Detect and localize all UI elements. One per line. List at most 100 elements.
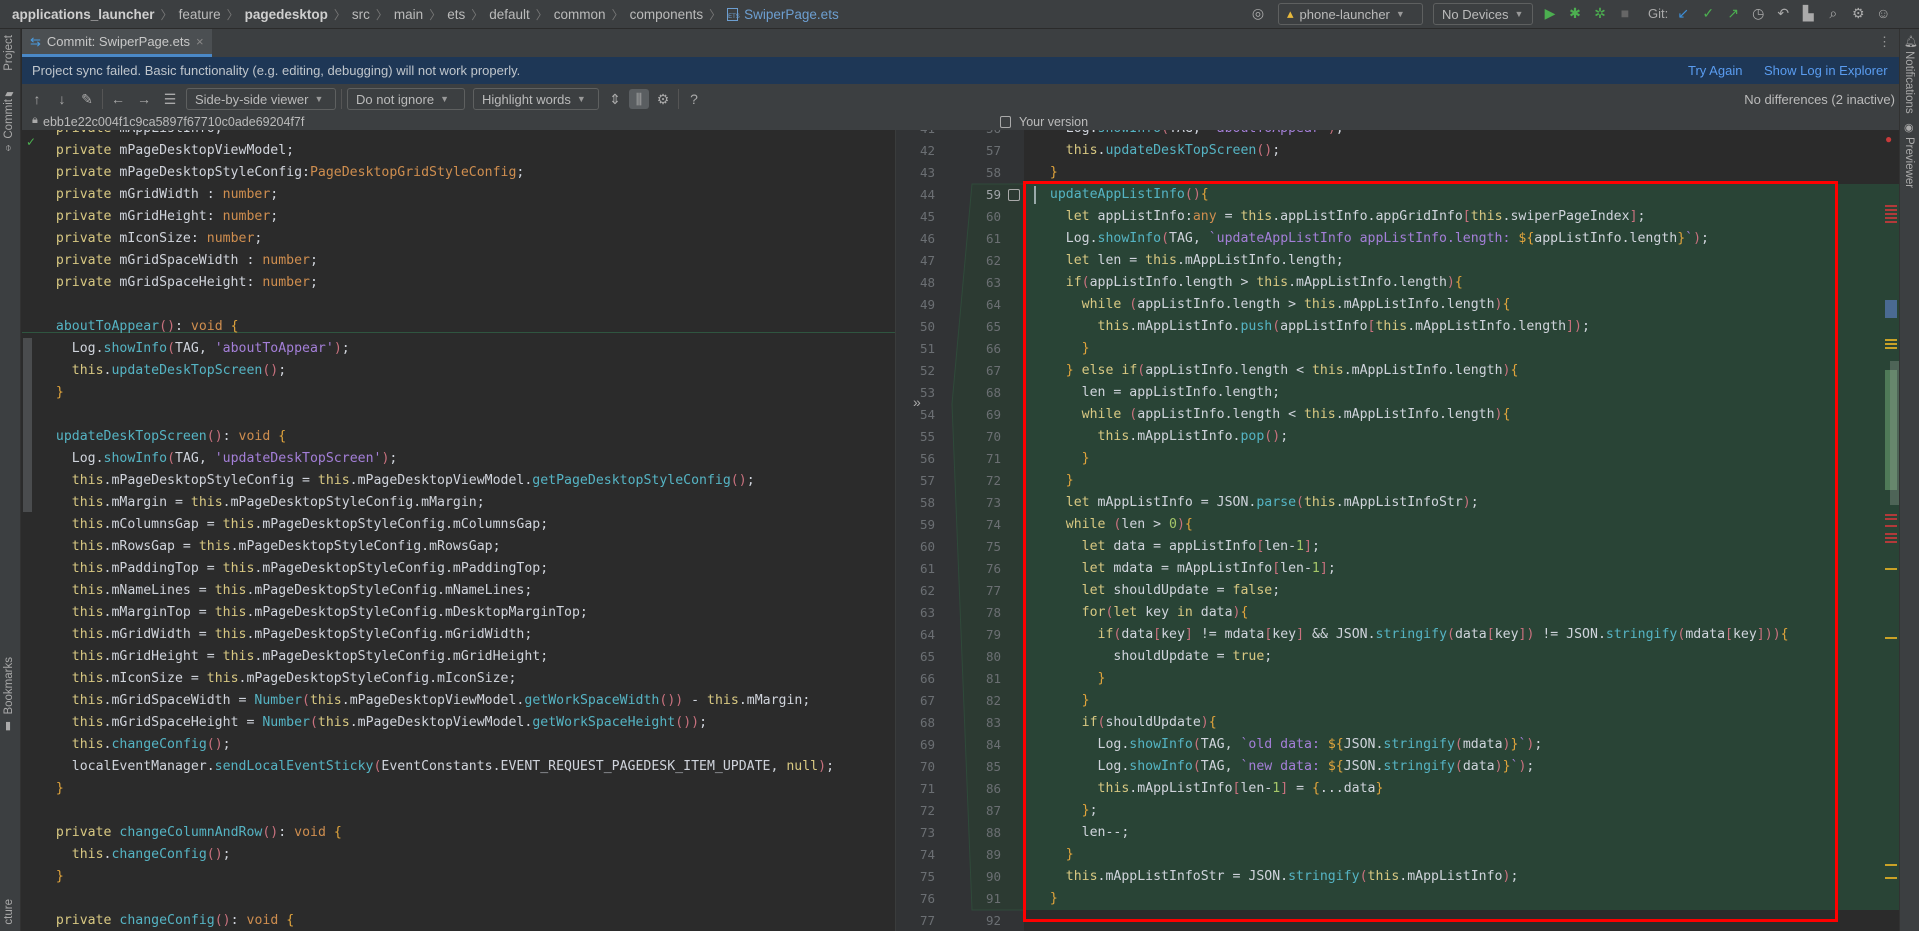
git-commit-icon[interactable]: ✓ (1698, 3, 1718, 23)
highlight-dropdown[interactable]: Highlight words ▼ (473, 88, 599, 110)
line-number: 53 (919, 385, 935, 400)
search-icon[interactable]: ⌕ (1823, 3, 1843, 23)
line-number: 72 (919, 803, 935, 818)
line-number: 46 (919, 231, 935, 246)
device-dropdown[interactable]: No Devices ▼ (1433, 3, 1533, 25)
breadcrumb-item[interactable]: applications_launcher (12, 7, 155, 22)
code-line: private mGridSpaceHeight: number; (55, 275, 318, 290)
rollback-icon[interactable]: ↶ (1773, 3, 1793, 23)
stripe-marker[interactable] (1885, 637, 1897, 639)
stripe-marker[interactable] (1885, 568, 1897, 570)
code-line: this.mGridWidth = this.mPageDesktopStyle… (71, 627, 533, 642)
project-structure-icon[interactable]: ▙ (1798, 3, 1818, 23)
help-button[interactable]: ? (684, 89, 704, 109)
line-number: 78 (985, 605, 1001, 620)
stripe-marker[interactable] (1885, 205, 1897, 207)
stripe-marker[interactable] (1885, 300, 1897, 318)
breadcrumb-item[interactable]: SwiperPage.ets (744, 7, 839, 22)
collapse-unchanged-icon[interactable]: ⇕ (605, 89, 625, 109)
commit-tool-button[interactable]: Commit (3, 99, 15, 139)
bookmarks-tool-button[interactable]: Bookmarks (3, 657, 15, 715)
code-line: private mPageDesktopStyleConfig:PageDesk… (55, 165, 525, 180)
sync-scroll-icon[interactable]: ⫼ (629, 89, 649, 109)
more-options-icon[interactable]: ⋮ (1878, 34, 1891, 50)
scrollbar-thumb[interactable] (1890, 361, 1899, 505)
notifications-tool-button[interactable]: Notifications (1903, 51, 1915, 114)
line-number: 76 (985, 561, 1001, 576)
stripe-marker[interactable] (1885, 533, 1897, 535)
chevron-down-icon: ▼ (440, 94, 449, 104)
breadcrumb-item[interactable]: ets (447, 7, 465, 22)
stripe-marker[interactable] (1885, 217, 1897, 219)
forward-icon[interactable]: → (134, 89, 154, 109)
code-line: } (55, 781, 64, 796)
editor-tabs: ⇆ Commit: SwiperPage.ets × ⋮ (22, 29, 1899, 57)
breadcrumb-item[interactable]: src (352, 7, 370, 22)
stripe-marker[interactable] (1885, 864, 1897, 866)
target-icon[interactable]: ◎ (1248, 3, 1268, 23)
error-icon[interactable]: ● (1885, 132, 1892, 146)
settings-icon[interactable]: ⚙ (653, 89, 673, 109)
line-number: 64 (985, 297, 1001, 312)
line-number: 44 (919, 187, 935, 202)
code-line: this.mMarginTop = this.mPageDesktopStyle… (71, 605, 588, 620)
stripe-marker[interactable] (1885, 525, 1897, 527)
edit-icon[interactable]: ✎ (77, 89, 97, 109)
back-icon[interactable]: ← (108, 89, 128, 109)
debug-icon[interactable]: ✱ (1565, 3, 1585, 23)
breadcrumb-item[interactable]: feature (179, 7, 221, 22)
attach-debugger-icon[interactable]: ✲ (1590, 3, 1610, 23)
previewer-tool-button[interactable]: Previewer (1903, 137, 1915, 188)
breadcrumb-item[interactable]: pagedesktop (245, 7, 328, 22)
show-log-link[interactable]: Show Log in Explorer (1764, 63, 1888, 78)
file-list-icon[interactable]: ☰ (160, 89, 180, 109)
account-icon[interactable]: ☺ (1873, 3, 1893, 23)
history-icon[interactable]: ◷ (1748, 3, 1768, 23)
git-push-icon[interactable]: ↗ (1723, 3, 1743, 23)
gear-icon[interactable]: ⚙ (1848, 3, 1868, 23)
breadcrumb-item[interactable]: default (489, 7, 530, 22)
ignore-whitespace-dropdown[interactable]: Do not ignore ▼ (347, 88, 465, 110)
run-config-dropdown[interactable]: ▴ phone-launcher ▼ (1278, 3, 1423, 25)
line-number: 73 (919, 825, 935, 840)
stripe-marker[interactable] (1885, 518, 1897, 520)
tab-commit-swiperpage[interactable]: ⇆ Commit: SwiperPage.ets × (22, 29, 212, 57)
line-number: 68 (919, 715, 935, 730)
stripe-marker[interactable] (1885, 347, 1897, 349)
project-tool-button[interactable]: Project (3, 35, 15, 71)
line-number: 58 (919, 495, 935, 510)
select-all-checkbox[interactable] (1000, 116, 1011, 128)
line-number: 74 (985, 517, 1001, 532)
try-again-link[interactable]: Try Again (1688, 63, 1742, 78)
stripe-marker[interactable] (1885, 213, 1897, 215)
git-update-icon[interactable]: ↙ (1673, 3, 1693, 23)
run-icon[interactable]: ▶ (1540, 3, 1560, 23)
stripe-marker[interactable] (1885, 514, 1897, 516)
line-number: 74 (919, 847, 935, 862)
stop-icon[interactable]: ■ (1615, 3, 1635, 23)
viewer-mode-dropdown[interactable]: Side-by-side viewer ▼ (186, 88, 336, 110)
stripe-marker[interactable] (1885, 209, 1897, 211)
line-number: 77 (919, 913, 935, 928)
stripe-marker[interactable] (1885, 339, 1897, 341)
code-line: this.mColumnsGap = this.mPageDesktopStyl… (71, 517, 549, 532)
close-tab-button[interactable]: × (196, 34, 204, 49)
next-difference-icon[interactable]: ↓ (52, 89, 72, 109)
stripe-marker[interactable] (1885, 877, 1897, 879)
previous-difference-icon[interactable]: ↑ (27, 89, 47, 109)
line-number: 59 (919, 517, 935, 532)
structure-tool-button[interactable]: cture (3, 899, 15, 925)
include-change-checkbox[interactable] (1008, 189, 1020, 201)
line-number: 92 (985, 913, 1001, 928)
stripe-marker[interactable] (1885, 221, 1897, 223)
breadcrumb-item[interactable]: common (554, 7, 606, 22)
breadcrumb-item[interactable]: main (394, 7, 423, 22)
stripe-marker[interactable] (1885, 343, 1897, 345)
stripe-marker[interactable] (1885, 541, 1897, 543)
base-version-editor[interactable]: ✓ private mAppListInfo; private mPageDes… (22, 130, 895, 931)
breadcrumb-item[interactable]: components (630, 7, 704, 22)
stripe-marker[interactable] (1885, 537, 1897, 539)
line-number: 69 (919, 737, 935, 752)
line-number: 65 (919, 649, 935, 664)
line-number: 64 (919, 627, 935, 642)
